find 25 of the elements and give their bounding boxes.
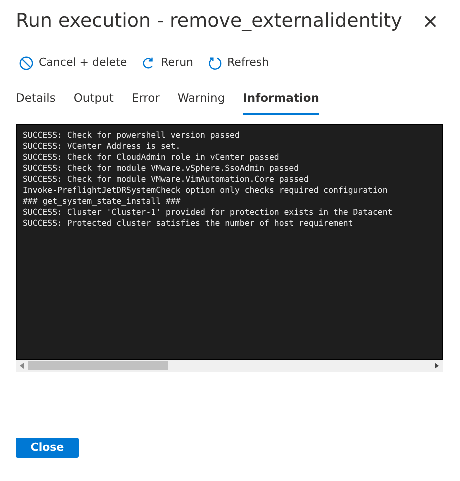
- tab[interactable]: Error: [132, 88, 160, 115]
- console-line: SUCCESS: Check for module VMware.VimAutomation.Core passed: [23, 174, 310, 185]
- scrollbar-thumb[interactable]: [28, 361, 168, 370]
- console-line: SUCCESS: Check for powershell version passed: [23, 130, 241, 141]
- scroll-left-icon[interactable]: [20, 362, 24, 369]
- refresh-icon: [208, 56, 223, 71]
- console-line: SUCCESS: VCenter Address is set.: [23, 140, 182, 152]
- console-line: Invoke-PreflightJetDRSystemCheck option only checks required configuration: [23, 184, 389, 196]
- tab[interactable]: Warning: [178, 88, 226, 115]
- console-line: SUCCESS: Cluster 'Cluster-1' provided for protection exists in the Datacent: [23, 206, 394, 218]
- horizontal-scrollbar[interactable]: [16, 360, 443, 372]
- tab[interactable]: Information: [243, 88, 320, 115]
- rerun-button[interactable]: Rerun: [138, 53, 197, 74]
- dialog-title: Run execution - remove_externalidentity: [16, 10, 402, 32]
- console-line: SUCCESS: Check for CloudAdmin role in vCenter passed: [23, 152, 280, 163]
- refresh-button[interactable]: Refresh: [204, 53, 272, 74]
- console-line: ### get_system_state_install ###: [23, 196, 182, 207]
- scroll-right-icon[interactable]: [435, 362, 439, 369]
- console-line: SUCCESS: Protected cluster satisfies the number of host requirement: [23, 218, 354, 229]
- tab[interactable]: Output: [74, 88, 114, 115]
- console-line: SUCCESS: Check for module VMware.vSphere.SsoAdmin passed: [23, 162, 300, 174]
- tab[interactable]: Details: [16, 88, 56, 115]
- close-button[interactable]: Close: [16, 438, 79, 458]
- cancel-icon: [19, 56, 34, 71]
- cancel-button[interactable]: Cancel + delete: [16, 53, 130, 74]
